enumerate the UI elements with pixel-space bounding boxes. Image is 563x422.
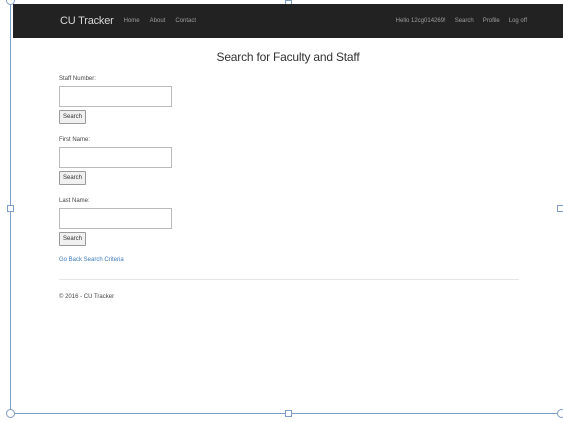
nav-link-search[interactable]: Search <box>455 18 474 24</box>
last-name-input[interactable] <box>59 208 172 229</box>
brand-link[interactable]: CU Tracker <box>60 15 114 27</box>
top-navbar: CU Tracker Home About Contact Hello 12cg… <box>13 4 563 38</box>
footer-divider <box>59 279 519 280</box>
staff-number-input[interactable] <box>59 86 172 107</box>
screenshot-stage: CU Tracker Home About Contact Hello 12cg… <box>0 0 563 422</box>
first-name-search-button[interactable]: Search <box>59 171 87 185</box>
resize-handle-bottom-left[interactable] <box>6 409 15 418</box>
staff-number-label: Staff Number: <box>59 76 96 82</box>
nav-link-log-off[interactable]: Log off <box>509 18 527 24</box>
resize-handle-bottom-right[interactable] <box>557 409 563 418</box>
first-name-label: First Name: <box>59 137 91 143</box>
go-back-search-criteria-link[interactable]: Go Back Search Criteria <box>59 257 259 263</box>
footer-copyright: © 2016 - CU Tracker <box>59 294 115 300</box>
first-name-input[interactable] <box>59 147 172 168</box>
user-greeting-link[interactable]: Hello 12cg014269! <box>396 18 446 24</box>
resize-handle-bottom-center[interactable] <box>285 410 292 417</box>
resize-handle-middle-left[interactable] <box>7 205 14 212</box>
last-name-search-button[interactable]: Search <box>59 232 87 246</box>
navbar-right: Hello 12cg014269! Search Profile Log off <box>387 4 527 38</box>
page-title: Search for Faculty and Staff <box>216 50 360 64</box>
last-name-label: Last Name: <box>59 198 90 204</box>
nav-link-about[interactable]: About <box>150 18 166 24</box>
resize-handle-middle-right[interactable] <box>557 205 563 212</box>
nav-link-home[interactable]: Home <box>124 18 140 24</box>
staff-number-search-button[interactable]: Search <box>59 110 87 124</box>
nav-link-contact[interactable]: Contact <box>175 18 196 24</box>
nav-link-profile[interactable]: Profile <box>483 18 500 24</box>
search-form: Staff Number: Search First Name: Search … <box>59 75 259 263</box>
